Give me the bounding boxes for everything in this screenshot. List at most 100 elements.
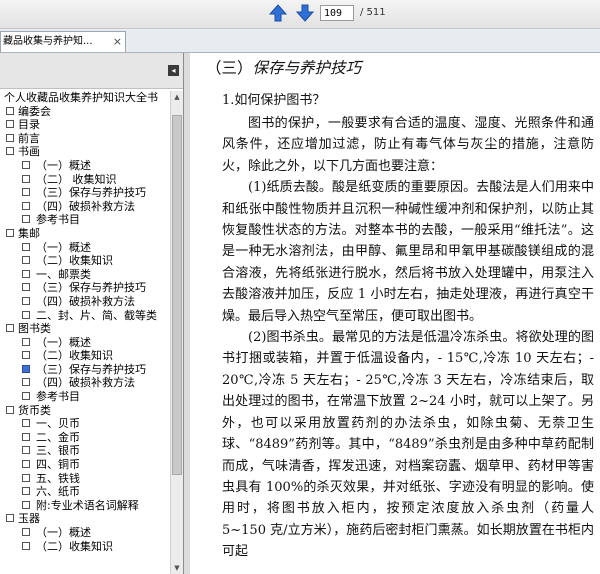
toolbar: 109 / 511 xyxy=(0,0,600,29)
bookmark-label: 目录 xyxy=(18,118,40,132)
section-prefix: （三） xyxy=(206,59,253,77)
scroll-down-arrow-icon[interactable]: ▼ xyxy=(171,562,183,574)
bookmark-node-icon xyxy=(22,310,30,319)
bookmark-item[interactable]: （四）破损补救方法 xyxy=(0,295,170,309)
bookmark-item[interactable]: 一、邮票类 xyxy=(0,268,170,282)
up-arrow-icon xyxy=(268,4,288,22)
bookmark-label: 前言 xyxy=(18,131,40,145)
bookmark-item[interactable]: 二、金币 xyxy=(0,431,170,445)
bookmark-item[interactable]: （一）概述 xyxy=(0,526,170,540)
bookmark-node-icon xyxy=(6,405,14,414)
bookmark-node-icon xyxy=(22,460,30,469)
sidebar-scroll-thumb[interactable] xyxy=(172,115,182,475)
bookmark-label: 参考书目 xyxy=(36,390,80,404)
down-arrow-icon xyxy=(295,4,315,22)
bookmark-label: 附:专业术语名词解释 xyxy=(36,498,139,512)
bookmark-node-icon xyxy=(22,392,30,401)
bookmarks-sidebar: ◂ 个人收藏品收集养护知识大全书 编委会 目录 前言 书画 （一）概述 （二） 收集知识 （三… xyxy=(0,53,184,574)
bookmark-label: 图书类 xyxy=(18,322,51,336)
bookmark-item[interactable]: （三）保存与养护技巧 xyxy=(0,363,170,377)
collapse-sidebar-icon[interactable]: ◂ xyxy=(168,65,179,76)
bookmark-label: 四、铜币 xyxy=(36,458,80,472)
bookmark-node-icon xyxy=(22,541,30,550)
page-total-label: / 511 xyxy=(360,7,386,18)
bookmark-item[interactable]: （一）概述 xyxy=(0,241,170,255)
bookmark-item[interactable]: 六、纸币 xyxy=(0,485,170,499)
body-paragraph: 图书的保护，一般要求有合适的温度、湿度、光照条件和通风条件，还应增加过滤，防止有… xyxy=(222,116,594,174)
sidebar-scrollbar[interactable]: ▲ ▼ xyxy=(170,91,183,574)
bookmark-label: （二）收集知识 xyxy=(36,539,113,553)
previous-page-button[interactable] xyxy=(268,3,288,23)
bookmark-node-icon xyxy=(22,419,30,428)
bookmark-item[interactable]: （一）概述 xyxy=(0,159,170,173)
bookmark-item[interactable]: 参考书目 xyxy=(0,390,170,404)
bookmark-item[interactable]: 一、贝币 xyxy=(0,417,170,431)
bookmark-label: （四）破损补救方法 xyxy=(36,294,135,308)
bookmark-node-icon xyxy=(22,337,30,346)
tab-document[interactable]: 藏品收集与养护知... × xyxy=(0,31,126,52)
page-number-input[interactable]: 109 xyxy=(320,5,354,21)
body-paragraph: (2)图书杀虫。最常见的方法是低温冷冻杀虫。将欲处理的图书打捆或装箱，并置于低温… xyxy=(222,330,594,560)
bookmark-label: 二、金币 xyxy=(36,430,80,444)
next-page-button[interactable] xyxy=(295,3,315,23)
bookmark-item[interactable]: 附:专业术语名词解释 xyxy=(0,499,170,513)
bookmark-item[interactable]: 集邮 xyxy=(0,227,170,241)
bookmark-label: 货币类 xyxy=(18,403,51,417)
bookmark-item[interactable]: （三）保存与养护技巧 xyxy=(0,186,170,200)
bookmark-node-icon xyxy=(22,283,30,292)
bookmark-label: （一）概述 xyxy=(36,335,91,349)
bookmark-item[interactable]: 前言 xyxy=(0,132,170,146)
bookmark-label: （三）保存与养护技巧 xyxy=(36,186,146,200)
bookmark-node-icon xyxy=(6,147,14,156)
bookmark-item[interactable]: （四）破损补救方法 xyxy=(0,376,170,390)
bookmark-node-icon xyxy=(22,473,30,482)
bookmark-label: 六、纸币 xyxy=(36,485,80,499)
bookmark-item[interactable]: 玉器 xyxy=(0,512,170,526)
bookmark-node-icon xyxy=(22,174,30,183)
bookmark-item[interactable]: 五、铁钱 xyxy=(0,472,170,486)
bookmark-item[interactable]: （一）概述 xyxy=(0,336,170,350)
bookmark-node-icon xyxy=(22,242,30,251)
bookmark-item[interactable]: （二）收集知识 xyxy=(0,254,170,268)
bookmark-item[interactable]: 编委会 xyxy=(0,105,170,119)
bookmark-node-icon xyxy=(22,269,30,278)
bookmark-node-icon xyxy=(22,188,30,197)
bookmark-label: （一）概述 xyxy=(36,240,91,254)
page-content: （三）保存与养护技巧 1.如何保护图书？ 图书的保护，一般要求有合适的温度、湿度… xyxy=(206,57,594,563)
tab-document-title: 藏品收集与养护知... xyxy=(3,36,93,47)
tab-bar: 藏品收集与养护知... × xyxy=(0,29,600,53)
bookmark-item[interactable]: 目录 xyxy=(0,118,170,132)
bookmark-item[interactable]: 三、银币 xyxy=(0,444,170,458)
bookmark-node-icon xyxy=(22,446,30,455)
bookmark-item[interactable]: 参考书目 xyxy=(0,213,170,227)
bookmark-item[interactable]: （二）收集知识 xyxy=(0,349,170,363)
bookmark-item[interactable]: （四）破损补救方法 xyxy=(0,200,170,214)
document-scrollbar[interactable] xyxy=(184,53,190,574)
scroll-up-arrow-icon[interactable]: ▲ xyxy=(171,91,183,103)
bookmark-item[interactable]: 书画 xyxy=(0,145,170,159)
bookmark-label: 参考书目 xyxy=(36,213,80,227)
bookmark-item[interactable]: （二） 收集知识 xyxy=(0,173,170,187)
close-icon[interactable]: × xyxy=(113,32,122,52)
bookmark-node-icon xyxy=(22,364,30,373)
bookmark-label: 书画 xyxy=(18,145,40,159)
bookmark-item[interactable]: 图书类 xyxy=(0,322,170,336)
bookmark-label: （一）概述 xyxy=(36,526,91,539)
bookmark-item[interactable]: 二、封、片、简、截等类 xyxy=(0,309,170,323)
bookmark-label: （三）保存与养护技巧 xyxy=(36,362,146,376)
bookmark-node-icon xyxy=(22,256,30,265)
bookmark-node-icon xyxy=(22,432,30,441)
section-heading: （三）保存与养护技巧 xyxy=(206,57,594,79)
bookmark-label: （四）破损补救方法 xyxy=(36,199,135,213)
bookmark-label: （四）破损补救方法 xyxy=(36,376,135,390)
bookmark-item[interactable]: （二）收集知识 xyxy=(0,540,170,554)
bookmark-item[interactable]: 货币类 xyxy=(0,404,170,418)
bookmark-root[interactable]: 个人收藏品收集养护知识大全书 xyxy=(0,91,170,105)
bookmark-label: 一、邮票类 xyxy=(36,267,91,281)
bookmark-label: （三）保存与养护技巧 xyxy=(36,281,146,295)
bookmark-item[interactable]: 四、铜币 xyxy=(0,458,170,472)
bookmark-item[interactable]: （三）保存与养护技巧 xyxy=(0,281,170,295)
question-heading: 1.如何保护图书？ xyxy=(222,93,326,108)
bookmark-node-icon xyxy=(6,133,14,142)
body-paragraph: (1)纸质去酸。酸是纸变质的重要原因。去酸法是人们用来中和纸张中酸性物质并且沉积… xyxy=(222,180,594,324)
